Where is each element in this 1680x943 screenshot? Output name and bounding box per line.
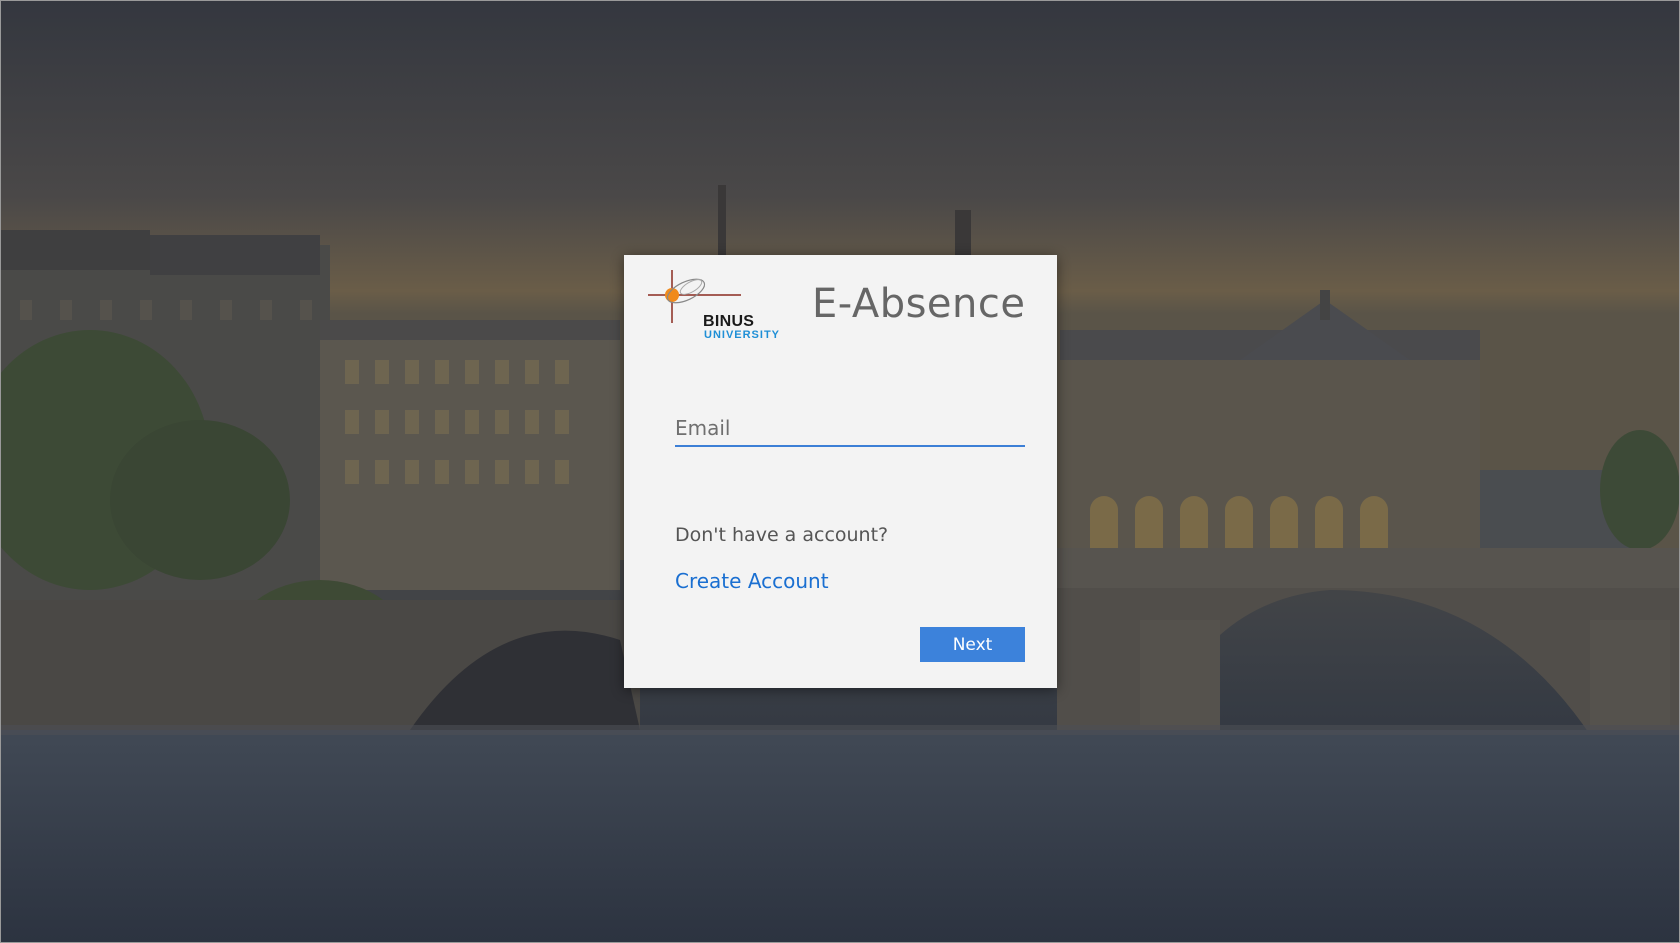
app-title: E-Absence	[812, 281, 1026, 327]
create-account-link[interactable]: Create Account	[675, 569, 829, 593]
next-button[interactable]: Next	[920, 627, 1025, 662]
login-card: BINUS UNIVERSITY E-Absence Don't have a …	[624, 255, 1057, 688]
email-field[interactable]	[675, 413, 1025, 447]
logo-text-university: UNIVERSITY	[704, 329, 781, 341]
no-account-text: Don't have a account?	[675, 524, 889, 546]
email-field-wrapper	[675, 413, 1025, 447]
binus-university-logo: BINUS UNIVERSITY	[646, 265, 779, 341]
